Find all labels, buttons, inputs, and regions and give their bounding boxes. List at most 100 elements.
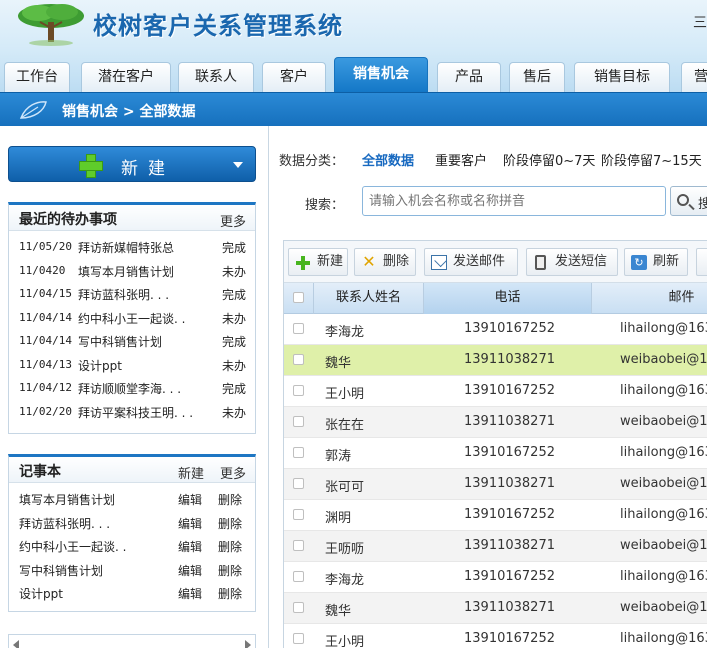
row-checkbox[interactable] bbox=[293, 509, 304, 520]
chevron-left-icon[interactable] bbox=[13, 640, 19, 648]
contact-name[interactable]: 李海龙 bbox=[325, 569, 364, 588]
row-checkbox[interactable] bbox=[293, 416, 304, 427]
contact-name[interactable]: 李海龙 bbox=[325, 321, 364, 340]
todo-item[interactable]: 11/04/14 约中科小王一起谈. . 未办 bbox=[9, 306, 255, 330]
todo-status[interactable]: 完成 bbox=[222, 380, 246, 397]
refresh-button[interactable]: ↻ 刷新 bbox=[624, 248, 688, 276]
row-checkbox[interactable] bbox=[293, 385, 304, 396]
row-checkbox[interactable] bbox=[293, 571, 304, 582]
note-text[interactable]: 写中科销售计划 bbox=[19, 562, 174, 579]
note-edit-link[interactable]: 编辑 bbox=[178, 585, 202, 602]
notes-more-link[interactable]: 更多 bbox=[220, 463, 246, 482]
note-text[interactable]: 设计ppt bbox=[19, 585, 174, 602]
search-input[interactable] bbox=[362, 186, 666, 216]
chevron-down-icon[interactable] bbox=[233, 162, 243, 168]
tab-1[interactable]: 潜在客户 bbox=[81, 62, 171, 92]
todo-text[interactable]: 填写本月销售计划 bbox=[78, 263, 216, 280]
row-checkbox[interactable] bbox=[293, 478, 304, 489]
new-button[interactable]: 新建 bbox=[8, 146, 256, 182]
chevron-right-icon[interactable] bbox=[245, 640, 251, 648]
todo-text[interactable]: 拜访顺顺堂李海. . . bbox=[78, 380, 216, 397]
contact-email[interactable]: lihailong@163 bbox=[620, 507, 707, 522]
contact-name[interactable]: 郭涛 bbox=[325, 445, 351, 464]
todo-status[interactable]: 完成 bbox=[222, 286, 246, 303]
todo-status[interactable]: 完成 bbox=[222, 333, 246, 350]
note-text[interactable]: 约中科小王一起谈. . bbox=[19, 538, 174, 555]
tab-0[interactable]: 工作台 bbox=[4, 62, 70, 92]
table-row[interactable]: 张在在 13911038271 weibaobei@1 bbox=[284, 407, 707, 438]
new-record-button[interactable]: 新建 bbox=[288, 248, 348, 276]
todo-item[interactable]: 11/04/15 拜访蓝科张明. . . 完成 bbox=[9, 282, 255, 306]
contact-name[interactable]: 王小明 bbox=[325, 383, 364, 402]
contact-email[interactable]: weibaobei@1 bbox=[620, 476, 707, 491]
table-row[interactable]: 李海龙 13910167252 lihailong@163 bbox=[284, 314, 707, 345]
row-checkbox[interactable] bbox=[293, 540, 304, 551]
todo-text[interactable]: 写中科销售计划 bbox=[78, 333, 216, 350]
note-delete-link[interactable]: 删除 bbox=[218, 562, 242, 579]
table-row[interactable]: 王小明 13910167252 lihailong@163 bbox=[284, 376, 707, 407]
note-edit-link[interactable]: 编辑 bbox=[178, 562, 202, 579]
contact-name[interactable]: 张可可 bbox=[325, 476, 364, 495]
breadcrumb[interactable]: 销售机会 > 全部数据 bbox=[62, 101, 195, 121]
search-button[interactable]: 搜 bbox=[670, 186, 707, 216]
note-text[interactable]: 拜访蓝科张明. . . bbox=[19, 515, 174, 532]
notes-new-link[interactable]: 新建 bbox=[178, 463, 204, 482]
column-header-email[interactable]: 邮件 bbox=[592, 283, 707, 314]
note-edit-link[interactable]: 编辑 bbox=[178, 515, 202, 532]
tab-6[interactable]: 售后 bbox=[509, 62, 565, 92]
send-email-button[interactable]: 发送邮件 bbox=[424, 248, 518, 276]
tab-8[interactable]: 营 bbox=[681, 62, 707, 92]
contact-email[interactable]: weibaobei@1 bbox=[620, 414, 707, 429]
table-row[interactable]: 王呖呖 13911038271 weibaobei@1 bbox=[284, 531, 707, 562]
contact-name[interactable]: 张在在 bbox=[325, 414, 364, 433]
note-edit-link[interactable]: 编辑 bbox=[178, 491, 202, 508]
contact-email[interactable]: lihailong@163 bbox=[620, 321, 707, 336]
todo-item[interactable]: 11/0420 填写本月销售计划 未办 bbox=[9, 259, 255, 283]
todo-more-link[interactable]: 更多 bbox=[220, 211, 246, 230]
todo-item[interactable]: 11/04/14 写中科销售计划 完成 bbox=[9, 329, 255, 353]
row-checkbox[interactable] bbox=[293, 323, 304, 334]
contact-name[interactable]: 魏华 bbox=[325, 352, 351, 371]
todo-status[interactable]: 未办 bbox=[222, 310, 246, 327]
select-all-checkbox[interactable] bbox=[293, 292, 304, 303]
filter-option[interactable]: 阶段停留0~7天 bbox=[503, 150, 595, 169]
table-row[interactable]: 张可可 13911038271 weibaobei@1 bbox=[284, 469, 707, 500]
tab-7[interactable]: 销售目标 bbox=[574, 62, 670, 92]
filter-option[interactable]: 全部数据 bbox=[362, 150, 414, 169]
note-edit-link[interactable]: 编辑 bbox=[178, 538, 202, 555]
todo-text[interactable]: 设计ppt bbox=[78, 357, 216, 374]
table-row[interactable]: 郭涛 13910167252 lihailong@163 bbox=[284, 438, 707, 469]
tab-4[interactable]: 销售机会 bbox=[334, 57, 428, 92]
todo-item[interactable]: 11/02/20 拜访平案科技王明. . . 未办 bbox=[9, 400, 255, 424]
column-header-phone[interactable]: 电话 bbox=[424, 283, 592, 314]
more-toolbar-button[interactable] bbox=[696, 248, 707, 276]
table-row[interactable]: 魏华 13911038271 weibaobei@1 bbox=[284, 593, 707, 624]
filter-option[interactable]: 阶段停留7~15天 bbox=[601, 150, 702, 169]
row-checkbox[interactable] bbox=[293, 633, 304, 644]
todo-item[interactable]: 11/04/12 拜访顺顺堂李海. . . 完成 bbox=[9, 376, 255, 400]
todo-text[interactable]: 拜访平案科技王明. . . bbox=[78, 404, 216, 421]
contact-name[interactable]: 王呖呖 bbox=[325, 538, 364, 557]
todo-item[interactable]: 11/04/13 设计ppt 未办 bbox=[9, 353, 255, 377]
todo-status[interactable]: 未办 bbox=[222, 404, 246, 421]
todo-status[interactable]: 完成 bbox=[222, 239, 246, 256]
contact-email[interactable]: weibaobei@1 bbox=[620, 538, 707, 553]
contact-email[interactable]: lihailong@163 bbox=[620, 445, 707, 460]
contact-email[interactable]: weibaobei@1 bbox=[620, 600, 707, 615]
filter-option[interactable]: 重要客户 bbox=[435, 150, 487, 169]
contact-name[interactable]: 魏华 bbox=[325, 600, 351, 619]
note-delete-link[interactable]: 删除 bbox=[218, 585, 242, 602]
table-row[interactable]: 魏华 13911038271 weibaobei@1 bbox=[284, 345, 707, 376]
send-sms-button[interactable]: 发送短信 bbox=[526, 248, 618, 276]
note-delete-link[interactable]: 删除 bbox=[218, 491, 242, 508]
delete-button[interactable]: ✕ 删除 bbox=[354, 248, 416, 276]
todo-status[interactable]: 未办 bbox=[222, 357, 246, 374]
contact-name[interactable]: 渊明 bbox=[325, 507, 351, 526]
note-delete-link[interactable]: 删除 bbox=[218, 538, 242, 555]
table-row[interactable]: 王小明 13910167252 lihailong@163 bbox=[284, 624, 707, 648]
contact-name[interactable]: 王小明 bbox=[325, 631, 364, 648]
tab-5[interactable]: 产品 bbox=[437, 62, 501, 92]
contact-email[interactable]: weibaobei@1 bbox=[620, 352, 707, 367]
contact-email[interactable]: lihailong@163 bbox=[620, 383, 707, 398]
todo-text[interactable]: 约中科小王一起谈. . bbox=[78, 310, 216, 327]
